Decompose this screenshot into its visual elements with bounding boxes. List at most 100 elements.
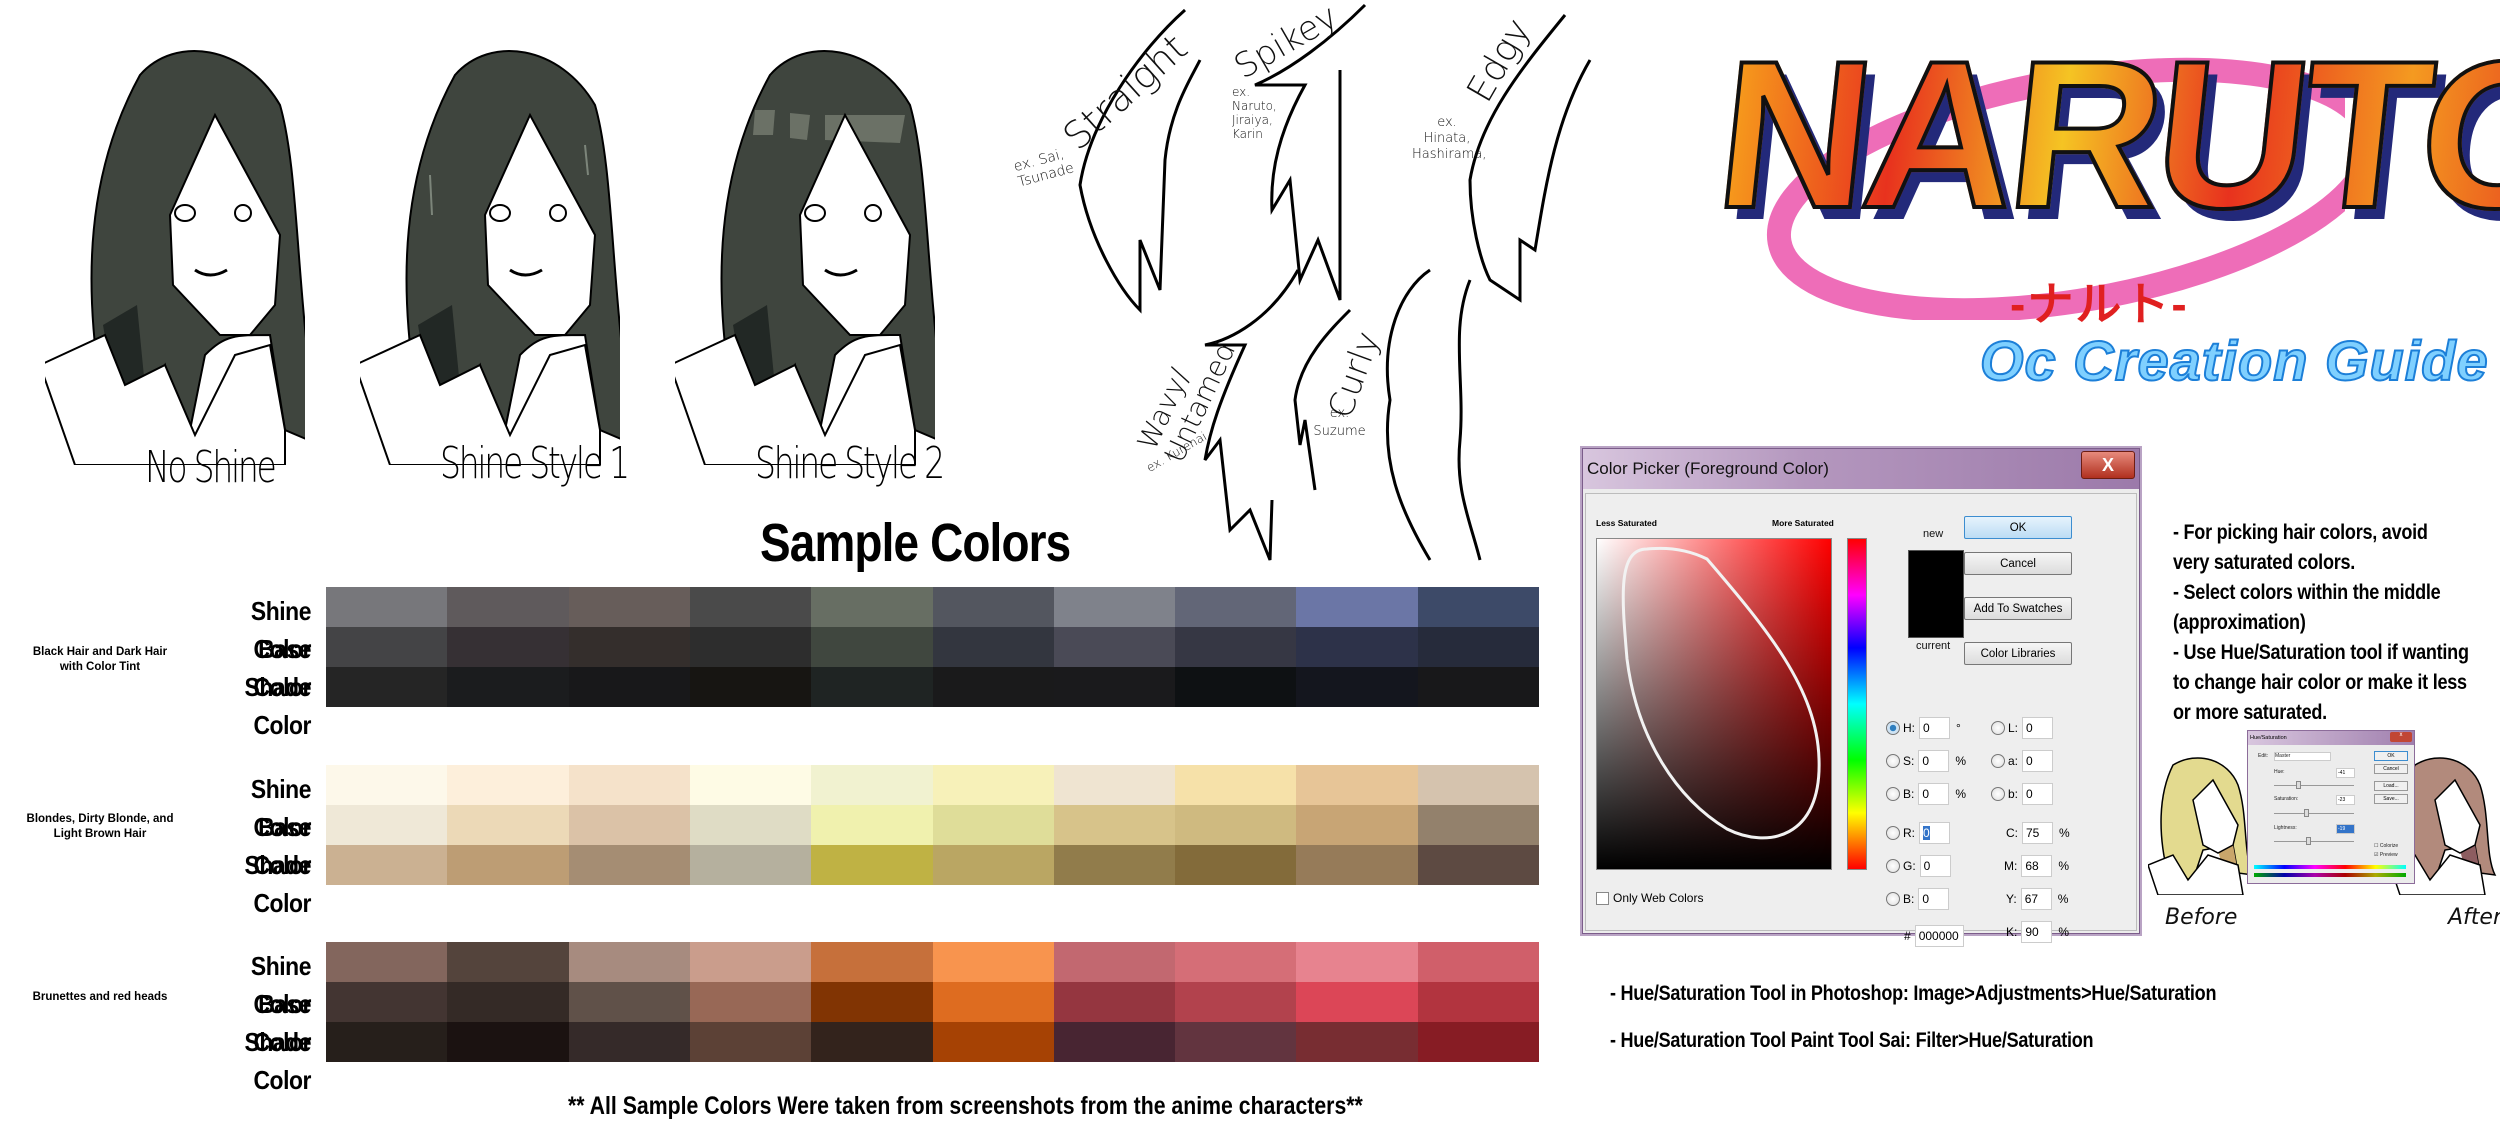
l-input[interactable]: 0 [2022, 717, 2054, 739]
mini-save-button[interactable]: Save... [2374, 794, 2408, 804]
edit-select[interactable]: Master [2274, 752, 2331, 761]
black-input[interactable]: 90 [2021, 921, 2053, 943]
color-swatch-shine [568, 942, 690, 982]
color-swatch-shine [1417, 942, 1539, 982]
color-swatch-shade [1175, 845, 1297, 885]
color-swatch-base [811, 982, 933, 1022]
blue-input[interactable]: 0 [1918, 888, 1950, 910]
swatch-grid-blonde [326, 765, 1539, 885]
blue-radio[interactable] [1886, 892, 1900, 906]
color-swatch-shade [1417, 1022, 1539, 1062]
color-swatch-shade [326, 667, 448, 707]
color-swatch-base [447, 805, 569, 845]
group-label: Blondes, Dirty Blonde, and Light Brown H… [26, 813, 174, 840]
color-swatch-base [326, 982, 448, 1022]
color-swatch-base [447, 982, 569, 1022]
l-radio[interactable] [1991, 721, 2005, 735]
color-swatch-shade [689, 1022, 812, 1062]
color-swatch-base [568, 982, 690, 1022]
preview-label: Preview [2379, 852, 2398, 858]
close-icon[interactable]: x [2390, 732, 2412, 742]
color-swatch-base [932, 982, 1054, 1022]
saturation-label: S: [1903, 754, 1915, 768]
b-field-row: b: 0 [1991, 782, 2054, 806]
hue-slider[interactable] [2274, 785, 2354, 786]
lightness-input[interactable]: -19 [2336, 824, 2355, 834]
colorize-checkbox[interactable]: ☐ Colorize [2374, 843, 2398, 849]
color-swatch-shade [1053, 667, 1176, 707]
hair-type-examples: ex. Hinata, Hashirama, [1412, 115, 1487, 162]
brightness-input[interactable]: 0 [1918, 783, 1950, 805]
color-swatch-shine [1296, 587, 1418, 627]
color-swatch-shade [568, 667, 690, 707]
saturation-input[interactable]: -23 [2336, 795, 2355, 805]
saturation-radio[interactable] [1886, 754, 1900, 768]
hue-slider[interactable] [1847, 538, 1867, 870]
color-swatch-shine [447, 942, 569, 982]
row-label-shade: Shade Color [244, 850, 312, 918]
hue-slider-handle[interactable] [2296, 781, 2301, 789]
cyan-input[interactable]: 75 [2022, 822, 2053, 844]
green-input[interactable]: 0 [1919, 855, 1951, 877]
color-swatch-base [1417, 805, 1539, 845]
only-web-colors-label: Only Web Colors [1613, 891, 1704, 905]
color-swatch-base [1053, 982, 1176, 1022]
less-saturated-label: Less Saturated [1596, 518, 1657, 528]
magenta-input[interactable]: 68 [2021, 855, 2053, 877]
b-radio[interactable] [1991, 787, 2005, 801]
color-swatch-shine [1296, 765, 1418, 805]
red-value: 0 [1923, 826, 1930, 840]
color-swatch-shine [689, 942, 812, 982]
color-swatch-shade [811, 667, 933, 707]
yellow-field-row: Y: 67% [2006, 887, 2068, 911]
saturation-slider[interactable] [2274, 813, 2354, 814]
color-swatch-shine [1053, 587, 1176, 627]
lightness-slider[interactable] [2274, 841, 2354, 842]
mini-cancel-button[interactable]: Cancel [2374, 764, 2408, 774]
b-input[interactable]: 0 [2022, 783, 2054, 805]
only-web-colors-checkbox[interactable] [1596, 891, 1609, 905]
red-radio[interactable] [1886, 826, 1900, 840]
color-libraries-button[interactable]: Color Libraries [1964, 642, 2072, 665]
hex-input[interactable]: 000000 [1914, 925, 1964, 947]
yellow-input[interactable]: 67 [2020, 888, 2052, 910]
hue-label: H: [1903, 721, 1915, 735]
section-title: Sample Colors [760, 513, 1071, 573]
sai-note: - Hue/Saturation Tool Paint Tool Sai: Fi… [1610, 1029, 2094, 1052]
preview-checkbox[interactable]: ☑ Preview [2374, 852, 2398, 858]
add-to-swatches-button[interactable]: Add To Swatches [1964, 597, 2072, 620]
color-swatch-shade [689, 845, 812, 885]
hue-input[interactable]: 0 [1919, 717, 1950, 739]
saturation-slider-handle[interactable] [2304, 809, 2309, 817]
ok-button[interactable]: OK [1964, 516, 2072, 539]
magenta-field-row: M: 68% [2004, 854, 2069, 878]
color-swatch-shine [1417, 765, 1539, 805]
dialog-titlebar[interactable]: Color Picker (Foreground Color) [1583, 449, 2139, 489]
saturation-field-row: S: 0% [1886, 749, 1966, 773]
hex-field-row: # 000000 [1904, 924, 1964, 948]
hue-input[interactable]: -41 [2336, 768, 2355, 778]
red-input[interactable]: 0 [1919, 822, 1950, 844]
green-radio[interactable] [1886, 859, 1900, 873]
lightness-slider-handle[interactable] [2306, 837, 2311, 845]
saturation-input[interactable]: 0 [1918, 750, 1950, 772]
mini-load-button[interactable]: Load... [2374, 781, 2408, 791]
close-button[interactable]: X [2081, 451, 2135, 479]
a-input[interactable]: 0 [2022, 750, 2054, 772]
head-drawing [353, 50, 637, 466]
color-swatch-base [1175, 805, 1297, 845]
group-label: Brunettes and red heads [32, 991, 168, 1003]
color-swatch-shade [1296, 1022, 1418, 1062]
a-radio[interactable] [1991, 754, 2005, 768]
brightness-radio[interactable] [1886, 787, 1900, 801]
color-swatch-shade [326, 1022, 448, 1062]
color-swatch-shine [689, 587, 812, 627]
hue-radio[interactable] [1886, 721, 1900, 735]
head-no-shine [38, 35, 322, 466]
head-drawing [668, 50, 952, 466]
red-label: R: [1903, 826, 1915, 840]
saturation-brightness-field[interactable] [1596, 538, 1832, 870]
cancel-button[interactable]: Cancel [1964, 552, 2072, 575]
mini-ok-button[interactable]: OK [2374, 751, 2408, 761]
hair-strands-drawing [1078, 3, 1592, 561]
